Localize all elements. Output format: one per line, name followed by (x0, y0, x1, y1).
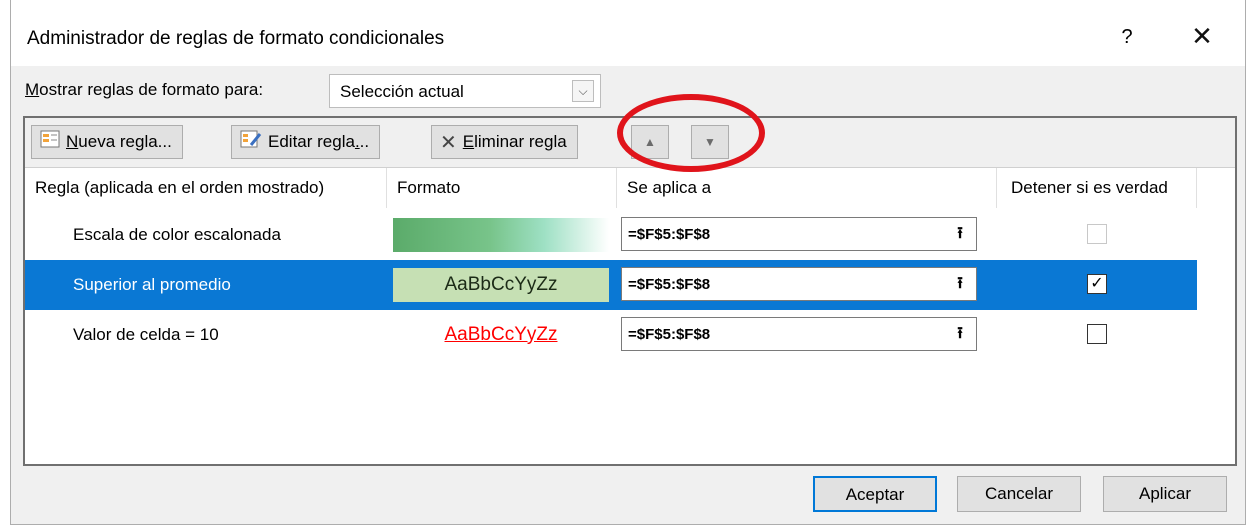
column-header-rule[interactable]: Regla (aplicada en el orden mostrado) (25, 168, 387, 208)
show-rules-label-accesskey: M (25, 80, 40, 99)
rule-row[interactable]: Escala de color escalonada =$F$5:$F$8 ⭱ (25, 210, 1197, 260)
title-bar: Administrador de reglas de formato condi… (11, 0, 1245, 66)
rule-name: Escala de color escalonada (73, 225, 281, 244)
show-rules-label: Mostrar reglas de formato para: (25, 80, 263, 100)
close-button[interactable]: ✕ (1186, 20, 1218, 52)
applies-to-field[interactable]: =$F$5:$F$8 ⭱ (621, 267, 977, 301)
column-header-stop-if-true[interactable]: Detener si es verdad (997, 168, 1197, 208)
format-preview-red-underline: AaBbCcYyZz (444, 324, 558, 345)
delete-rule-button[interactable]: ✕ Eliminar regla (431, 125, 578, 159)
rule-name: Superior al promedio (73, 275, 231, 294)
rule-row-selected[interactable]: Superior al promedio AaBbCcYyZz =$F$5:$F… (25, 260, 1197, 310)
applies-to-value: =$F$5:$F$8 (628, 226, 711, 243)
edit-rule-button[interactable]: Editar regla... (231, 125, 381, 159)
applies-to-field[interactable]: =$F$5:$F$8 ⭱ (621, 217, 977, 251)
arrow-down-icon: ▼ (704, 135, 716, 149)
new-rule-button[interactable]: Nueva regla... (31, 125, 183, 159)
rule-name: Valor de celda = 10 (73, 325, 219, 344)
format-preview-green-fill: AaBbCcYyZz (393, 268, 609, 302)
ok-button[interactable]: Aceptar (813, 476, 937, 512)
apply-button[interactable]: Aplicar (1103, 476, 1227, 512)
edit-rule-label-end: .. (359, 132, 370, 151)
applies-to-value: =$F$5:$F$8 (628, 326, 711, 343)
format-preview-color-scale (393, 218, 609, 252)
arrow-up-icon: ▲ (644, 135, 656, 149)
rule-row[interactable]: Valor de celda = 10 AaBbCcYyZz =$F$5:$F$… (25, 310, 1197, 360)
conditional-formatting-dialog: Administrador de reglas de formato condi… (10, 0, 1246, 525)
chevron-down-icon[interactable]: ⌵ (572, 80, 594, 102)
applies-to-field[interactable]: =$F$5:$F$8 ⭱ (621, 317, 977, 351)
dialog-title: Administrador de reglas de formato condi… (27, 28, 445, 49)
collapse-dialog-icon[interactable]: ⭱ (948, 322, 972, 346)
move-down-button[interactable]: ▼ (691, 125, 729, 159)
rules-toolbar: Nueva regla... Editar regla... ✕ Eliminar… (25, 118, 1235, 168)
collapse-dialog-icon[interactable]: ⭱ (948, 222, 972, 246)
edit-rule-icon (240, 127, 262, 159)
cancel-button[interactable]: Cancelar (957, 476, 1081, 512)
column-header-format[interactable]: Formato (387, 168, 617, 208)
stop-if-true-checkbox (1087, 224, 1107, 244)
applies-to-value: =$F$5:$F$8 (628, 276, 711, 293)
edit-rule-label: Editar regla (268, 132, 355, 151)
rules-panel: Nueva regla... Editar regla... ✕ Eliminar… (23, 116, 1237, 466)
collapse-dialog-icon[interactable]: ⭱ (948, 272, 972, 296)
stop-if-true-checkbox[interactable]: ✓ (1087, 274, 1107, 294)
new-rule-label: ueva regla... (78, 132, 172, 151)
new-rule-accesskey: N (66, 132, 79, 151)
help-button[interactable]: ? (1113, 22, 1141, 52)
move-up-button[interactable]: ▲ (631, 125, 669, 159)
new-rule-icon (40, 127, 60, 159)
show-rules-select-value: Selección actual (340, 82, 464, 101)
show-rules-label-text: ostrar reglas de formato para: (39, 80, 264, 99)
delete-icon: ✕ (440, 131, 457, 154)
show-rules-select[interactable]: Selección actual ⌵ (329, 74, 601, 108)
delete-rule-label: liminar regla (474, 132, 567, 151)
delete-rule-accesskey: E (462, 132, 475, 151)
stop-if-true-checkbox[interactable] (1087, 324, 1107, 344)
column-header-applies-to[interactable]: Se aplica a (617, 168, 997, 208)
